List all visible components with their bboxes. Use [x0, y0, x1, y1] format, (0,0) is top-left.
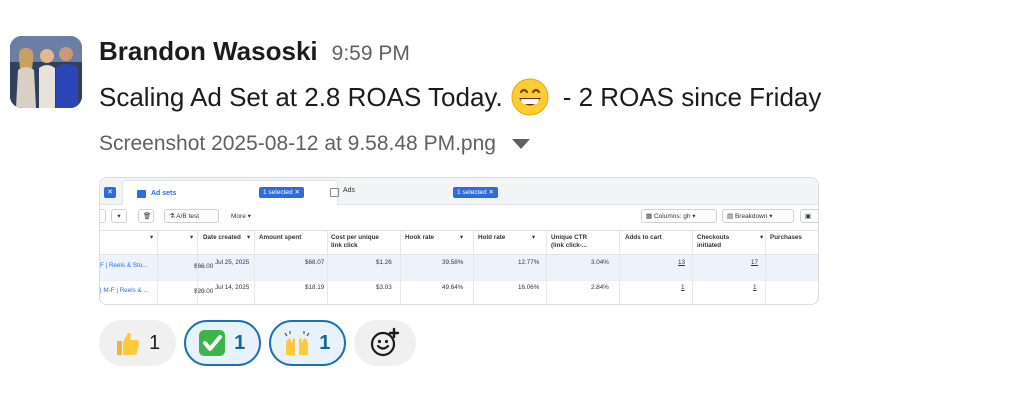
shot-row-cpc: $3.03 — [376, 284, 392, 291]
shot-column-divider — [254, 230, 255, 304]
shot-header-checkouts: Checkouts initiated — [697, 234, 730, 249]
sender-name[interactable]: Brandon Wasoski — [99, 36, 318, 67]
shot-table-header: ▾ ▾ Date created ▾ Amount spent Cost per… — [100, 230, 818, 255]
shot-row-date: Jul 25, 2025 — [215, 259, 250, 266]
shot-header-hold-rate: Hold rate — [478, 234, 506, 241]
shot-row-ctr: 2.84% — [591, 284, 609, 291]
shot-export-icon: ▣ — [800, 209, 818, 223]
reaction-white-check-mark[interactable]: 1 — [184, 320, 262, 366]
shot-adsets-selected-badge: 1 selected ✕ — [259, 187, 304, 198]
shot-row-hold: 16.06% — [518, 284, 540, 291]
shot-row-atc: 13 — [678, 259, 686, 266]
shot-row-date: Jul 14, 2025 — [215, 284, 250, 291]
shot-column-divider — [765, 230, 766, 304]
shot-row-checkouts: 1 — [753, 284, 757, 291]
shot-row-hold: 12.77% — [518, 259, 540, 266]
reaction-count: 1 — [234, 331, 246, 354]
shot-tab-ads-label: Ads — [343, 187, 356, 194]
shot-table-row: F | Reels & Sto... $66.00 Daily Jul 25, 2… — [100, 255, 818, 281]
shot-row-ctr: 3.04% — [591, 259, 609, 266]
message-text-after: - 2 ROAS since Friday — [562, 81, 822, 112]
shot-tab-bar: ✕ Ad sets 1 selected ✕ Ads 1 selected ✕ — [100, 178, 818, 205]
shot-toolbar: ▾ 🗑 ⚗ A/B test More ▾ ▦ Columns: gh ▾ ▤ … — [100, 204, 818, 231]
shot-row-budget: $66.00 Daily — [194, 263, 214, 270]
shot-header-purchases: Purchases — [770, 234, 802, 241]
shot-row-name: | M-F | Reels & ... — [100, 287, 149, 294]
message-text: Scaling Ad Set at 2.8 ROAS Today. - 2 RO… — [99, 78, 821, 116]
raising-hands-icon — [284, 331, 310, 355]
shot-tab-adsets-label: Ad sets — [151, 190, 177, 197]
avatar-photo — [10, 36, 82, 108]
shot-column-divider — [157, 230, 158, 304]
attachment-menu-caret-icon[interactable] — [511, 139, 530, 149]
reaction-thumbs-up[interactable]: 1 — [99, 320, 177, 366]
shot-breakdown-button: ▤ Breakdown ▾ — [722, 209, 794, 223]
shot-header-sort-icon: ▾ — [760, 234, 764, 241]
shot-header-sort-icon: ▾ — [532, 234, 536, 241]
avatar[interactable] — [10, 36, 82, 108]
shot-row-amount: $18.19 — [305, 284, 325, 291]
thumbs-up-icon — [117, 332, 140, 355]
shot-column-divider — [619, 230, 620, 304]
shot-ads-selected-badge: 1 selected ✕ — [453, 187, 498, 198]
shot-column-divider — [692, 230, 693, 304]
shot-adsets-icon — [137, 190, 146, 198]
shot-columns-button: ▦ Columns: gh ▾ — [641, 209, 717, 223]
shot-header-sort-icon: ▾ — [150, 234, 154, 241]
shot-header-sort-icon: ▾ — [247, 234, 251, 241]
check-mark-icon — [199, 330, 226, 356]
shot-ads-icon — [330, 188, 339, 197]
reactions-bar: 1 1 1 — [99, 320, 417, 366]
message-timestamp[interactable]: 9:59 PM — [332, 42, 410, 66]
shot-row-hook: 39.58% — [442, 259, 464, 266]
message-text-before: Scaling Ad Set at 2.8 ROAS Today. — [99, 81, 503, 112]
attachment-image[interactable]: ✕ Ad sets 1 selected ✕ Ads 1 selected ✕ … — [99, 177, 819, 305]
shot-column-divider — [400, 230, 401, 304]
previous-reaction-emoji-icon — [96, 0, 146, 8]
shot-row-budget: $20.00 Daily — [194, 288, 214, 295]
shot-toolbar-edge — [100, 209, 106, 223]
attachment-filename[interactable]: Screenshot 2025-08-12 at 9.58.48 PM.png — [99, 132, 496, 156]
shot-header-sort-icon: ▾ — [190, 234, 194, 241]
shot-column-divider — [546, 230, 547, 304]
shot-trash-icon: 🗑 — [138, 209, 154, 223]
grinning-face-icon — [511, 78, 549, 116]
shot-tab-adsets: Ad sets — [122, 180, 338, 205]
add-reaction-icon — [371, 327, 400, 357]
shot-row-cpc: $1.26 — [376, 259, 392, 266]
shot-ab-test-button: ⚗ A/B test — [164, 209, 219, 223]
shot-table-row: | M-F | Reels & ... $20.00 Daily Jul 14, … — [100, 280, 818, 304]
shot-row-checkouts: 17 — [751, 259, 759, 266]
shot-header-cost-per-click: Cost per unique link click — [331, 234, 379, 249]
shot-header-amount-spent: Amount spent — [259, 234, 302, 241]
reaction-raising-hands[interactable]: 1 — [269, 320, 347, 366]
shot-row-amount: $68.07 — [305, 259, 325, 266]
shot-row-name: F | Reels & Sto... — [100, 262, 148, 269]
shot-column-divider — [327, 230, 328, 304]
add-reaction-button[interactable] — [354, 320, 417, 366]
shot-column-divider — [473, 230, 474, 304]
shot-row-atc: 1 — [681, 284, 685, 291]
shot-header-hook-rate: Hook rate — [405, 234, 435, 241]
shot-more-button: More ▾ — [231, 213, 251, 220]
shot-close-icon: ✕ — [104, 187, 116, 198]
shot-column-divider — [197, 230, 198, 304]
shot-dropdown-icon: ▾ — [111, 209, 127, 223]
shot-header-sort-icon: ▾ — [460, 234, 464, 241]
attachment-header: Screenshot 2025-08-12 at 9.58.48 PM.png — [99, 132, 530, 156]
shot-header-date-created: Date created — [203, 234, 241, 241]
reaction-count: 1 — [149, 331, 161, 354]
reaction-count: 1 — [319, 331, 331, 354]
shot-header-adds-to-cart: Adds to cart — [625, 234, 662, 241]
shot-header-unique-ctr: Unique CTR (link click-... — [551, 234, 588, 249]
shot-row-hook: 49.64% — [442, 284, 464, 291]
